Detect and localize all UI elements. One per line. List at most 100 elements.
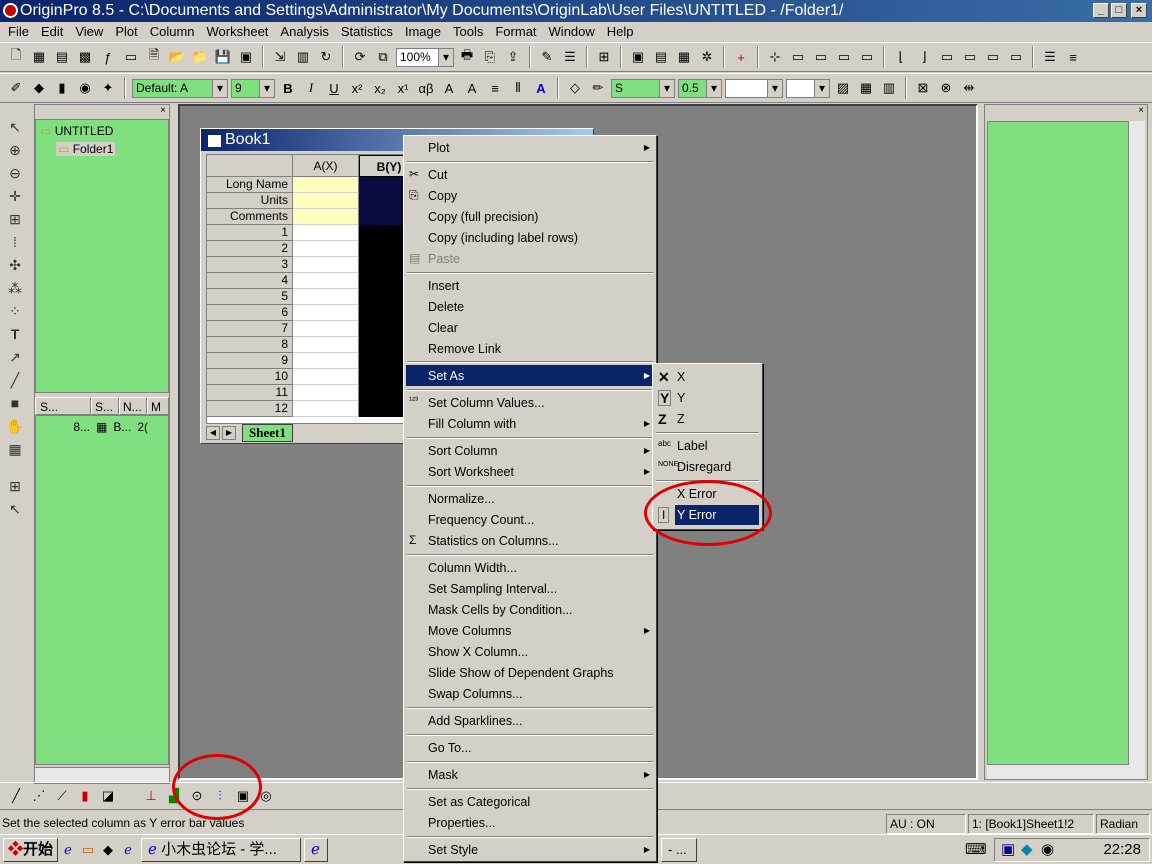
- draw-data-icon[interactable]: ✣: [5, 255, 25, 275]
- maximize-button[interactable]: □: [1111, 3, 1127, 18]
- list-hscrollbar[interactable]: [35, 767, 169, 783]
- col-header-short[interactable]: S...: [91, 397, 119, 415]
- menu-item-copy[interactable]: Copy: [428, 189, 457, 203]
- layer-align-icon[interactable]: ▭: [811, 47, 831, 67]
- rescale-icon[interactable]: ◉: [75, 78, 95, 98]
- tab-sheet1[interactable]: Sheet1: [242, 424, 293, 442]
- arrow-tool-icon[interactable]: ↗: [5, 347, 25, 367]
- greek-icon[interactable]: αβ: [416, 78, 436, 98]
- align-right-icon[interactable]: ⌋: [914, 47, 934, 67]
- right-hscrollbar[interactable]: [987, 765, 1145, 779]
- select-icon[interactable]: ↖: [5, 499, 25, 519]
- text-tool-icon[interactable]: T: [5, 324, 25, 344]
- border-width-select[interactable]: [786, 78, 830, 98]
- arrange-layers-icon[interactable]: ▭: [788, 47, 808, 67]
- menu-item-paste[interactable]: Paste: [428, 252, 460, 266]
- column-plot-icon[interactable]: ▮: [75, 786, 95, 806]
- menu-window[interactable]: Window: [543, 24, 601, 39]
- submenu-item-label[interactable]: Label: [677, 439, 708, 453]
- refresh-icon[interactable]: ⟳: [350, 47, 370, 67]
- menu-item-clear[interactable]: Clear: [428, 321, 458, 335]
- bold-button[interactable]: B: [278, 78, 298, 98]
- new-graph-icon[interactable]: ▤: [52, 47, 72, 67]
- layer-left-icon[interactable]: ▭: [834, 47, 854, 67]
- start-button[interactable]: ❖开始: [3, 837, 59, 862]
- fill-color-bucket-icon[interactable]: ◇: [565, 78, 585, 98]
- menu-item-set-style[interactable]: Set Style: [428, 843, 478, 857]
- menu-format[interactable]: Format: [489, 24, 542, 39]
- menu-edit[interactable]: Edit: [35, 24, 69, 39]
- recalculate-icon[interactable]: ↻: [316, 47, 336, 67]
- fill-color-icon[interactable]: ◆: [29, 78, 49, 98]
- import-ascii-icon[interactable]: ▥: [293, 47, 313, 67]
- supersub-icon[interactable]: x¹: [393, 78, 413, 98]
- menu-view[interactable]: View: [69, 24, 109, 39]
- mask-points-icon[interactable]: ⁘: [5, 301, 25, 321]
- text-align-icon[interactable]: ≡: [485, 78, 505, 98]
- menu-item-sampling-interval[interactable]: Set Sampling Interval...: [428, 582, 557, 596]
- new-notes-icon[interactable]: 🗎: [144, 47, 164, 67]
- quicklaunch-ie-icon[interactable]: ℯ: [58, 840, 78, 860]
- menu-item-slide-show[interactable]: Slide Show of Dependent Graphs: [428, 666, 614, 680]
- add-column-icon[interactable]: +: [731, 47, 751, 67]
- area-plot-icon[interactable]: ◪: [98, 786, 118, 806]
- rectangle-tool-icon[interactable]: ■: [5, 393, 25, 413]
- quicklaunch-folder-icon[interactable]: ▭: [78, 840, 98, 860]
- zoom-select[interactable]: 100%: [396, 47, 454, 67]
- graph-edit-icon[interactable]: ✐: [6, 78, 26, 98]
- menu-item-normalize[interactable]: Normalize...: [428, 492, 495, 506]
- tab-next-icon[interactable]: ▶: [222, 426, 236, 440]
- menu-more-icon[interactable]: ☰: [1040, 47, 1060, 67]
- menu-tools[interactable]: Tools: [447, 24, 489, 39]
- border-icon[interactable]: ▦: [856, 78, 876, 98]
- right-panel-close-icon[interactable]: ×: [1138, 105, 1144, 119]
- data-reader-icon[interactable]: ✦: [98, 78, 118, 98]
- duplicate-icon[interactable]: ⧉: [373, 47, 393, 67]
- menu-item-move-columns[interactable]: Move Columns: [428, 624, 511, 638]
- menu-item-add-sparklines[interactable]: Add Sparklines...: [428, 714, 523, 728]
- hand-tool-icon[interactable]: ✋: [5, 416, 25, 436]
- split-icon[interactable]: ⇹: [959, 78, 979, 98]
- copy-page-icon[interactable]: ⎘: [480, 47, 500, 67]
- menu-item-sort-worksheet[interactable]: Sort Worksheet: [428, 465, 514, 479]
- menu-item-plot[interactable]: Plot: [428, 141, 450, 155]
- col-header-modified[interactable]: M: [147, 397, 169, 415]
- line-style-select[interactable]: S: [611, 78, 675, 98]
- menu-item-statistics-columns[interactable]: Statistics on Columns...: [428, 534, 559, 548]
- menu-item-set-categorical[interactable]: Set as Categorical: [428, 795, 530, 809]
- menu-column[interactable]: Column: [144, 24, 201, 39]
- results-log-icon[interactable]: ☰: [560, 47, 580, 67]
- print-icon[interactable]: 🖶: [457, 47, 477, 67]
- menu-analysis[interactable]: Analysis: [274, 24, 334, 39]
- layer-icon[interactable]: ⊞: [5, 476, 25, 496]
- menu-item-swap-columns[interactable]: Swap Columns...: [428, 687, 522, 701]
- menu-item-delete[interactable]: Delete: [428, 300, 464, 314]
- menu-item-frequency-count[interactable]: Frequency Count...: [428, 513, 534, 527]
- close-button[interactable]: ×: [1131, 3, 1147, 18]
- menu-plot[interactable]: Plot: [109, 24, 143, 39]
- regional-data-selector-icon[interactable]: ⁂: [5, 278, 25, 298]
- new-layout-icon[interactable]: ▭: [121, 47, 141, 67]
- submenu-item-disregard[interactable]: Disregard: [677, 460, 731, 474]
- subscript-icon[interactable]: x₂: [370, 78, 390, 98]
- pattern-select[interactable]: [725, 78, 783, 98]
- menu-item-column-width[interactable]: Column Width...: [428, 561, 517, 575]
- submenu-item-x[interactable]: X: [677, 370, 685, 384]
- panel-close-icon[interactable]: ×: [160, 105, 166, 119]
- network-icon[interactable]: ▣: [1001, 839, 1015, 861]
- align-left-icon[interactable]: ⌊: [891, 47, 911, 67]
- open-template-icon[interactable]: 📁: [190, 47, 210, 67]
- menu-item-properties[interactable]: Properties...: [428, 816, 495, 830]
- font-size-select[interactable]: 9: [231, 78, 275, 98]
- minimize-button[interactable]: _: [1093, 3, 1109, 18]
- line-width-select[interactable]: 0.5: [678, 78, 722, 98]
- col-header-long[interactable]: N...: [119, 397, 147, 415]
- zoom-in-icon[interactable]: ⊕: [5, 140, 25, 160]
- line-symbol-plot-icon[interactable]: ⟋: [52, 786, 72, 806]
- menu-item-sort-column[interactable]: Sort Column: [428, 444, 497, 458]
- menu-item-show-x-column[interactable]: Show X Column...: [428, 645, 528, 659]
- line-tool-icon[interactable]: ╱: [5, 370, 25, 390]
- data-selector-icon[interactable]: ⊞: [5, 209, 25, 229]
- unmask-icon[interactable]: ⊗: [936, 78, 956, 98]
- pattern-icon[interactable]: ▨: [833, 78, 853, 98]
